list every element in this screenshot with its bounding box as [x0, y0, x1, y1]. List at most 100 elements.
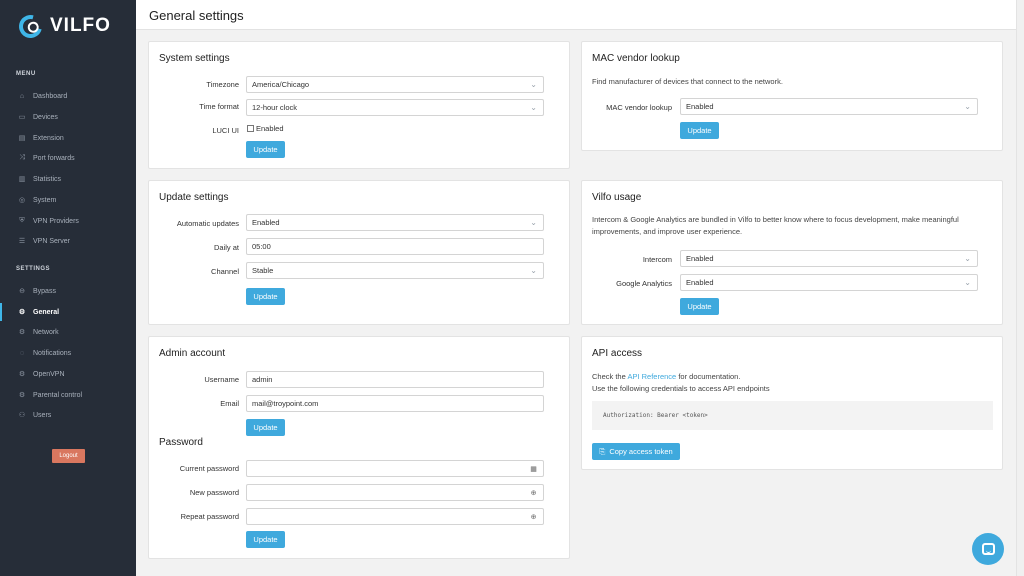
vilfo-logo[interactable]: VILFO [14, 10, 111, 42]
system-update-button[interactable]: Update [246, 141, 285, 158]
mac-lookup-label: MAC vendor lookup [606, 103, 672, 112]
current-password-input[interactable]: ▦ [246, 460, 544, 477]
system-icon: ◎ [18, 197, 26, 204]
time-format-value: 12-hour clock [252, 103, 298, 112]
api-token-code: Authorization: Bearer <token> [592, 401, 993, 430]
dashboard-icon: ⌂ [19, 92, 25, 100]
api-reference-link[interactable]: API Reference [627, 372, 676, 381]
sidebar-item-notifications[interactable]: ◌ Notifications [0, 344, 136, 362]
username-value: admin [252, 375, 273, 384]
username-input[interactable]: admin [246, 371, 544, 388]
sidebar-item-users[interactable]: ⚇ Users [0, 406, 136, 424]
vilfo-usage-description-line2: improvements, and improve user experienc… [592, 227, 743, 236]
sidebar-item-openvpn[interactable]: ⚙ OpenVPN [0, 365, 136, 383]
devices-icon: ▭ [18, 114, 26, 121]
sidebar-item-system[interactable]: ◎ System [0, 191, 136, 209]
sidebar-item-network[interactable]: ⚙ Network [0, 323, 136, 341]
copy-access-token-button[interactable]: ⎘ Copy access token [592, 443, 680, 460]
username-label: Username [204, 375, 239, 384]
checkbox-label: Enabled [256, 124, 284, 133]
sidebar-item-general[interactable]: ⚙ General [0, 303, 136, 321]
sidebar-item-label: Statistics [33, 175, 62, 183]
chevron-down-icon: ⌄ [530, 80, 537, 89]
intercom-select[interactable]: Enabled ⌄ [680, 250, 978, 267]
menu-heading: MENU [16, 71, 36, 77]
daily-at-value: 05:00 [252, 242, 271, 251]
copy-icon: ⎘ [599, 446, 606, 456]
parental-control-icon: ⚙ [18, 392, 26, 399]
sidebar-item-statistics[interactable]: ▥ Statistics [0, 170, 136, 188]
system-settings-card: System settings Timezone America/Chicago… [148, 41, 570, 169]
daily-at-label: Daily at [213, 243, 239, 252]
automatic-updates-select[interactable]: Enabled ⌄ [246, 214, 544, 231]
password-generator-icon[interactable]: ⊕ [529, 488, 538, 497]
sidebar-item-bypass[interactable]: ⊖ Bypass [0, 282, 136, 300]
automatic-updates-value: Enabled [252, 218, 280, 227]
timezone-value: America/Chicago [252, 80, 310, 89]
sidebar-item-vpn-server[interactable]: ☰ VPN Server [0, 232, 136, 250]
repeat-password-input[interactable]: ⊕ [246, 508, 544, 525]
sidebar-item-port-forwards[interactable]: ⤨ Port forwards [0, 149, 136, 167]
network-icon: ⚙ [18, 329, 26, 336]
luci-ui-checkbox[interactable]: Enabled [247, 124, 284, 133]
intercom-label: Intercom [642, 255, 672, 264]
sidebar-item-label: Parental control [33, 391, 83, 399]
channel-label: Channel [211, 267, 239, 276]
daily-at-input[interactable]: 05:00 [246, 238, 544, 255]
time-format-select[interactable]: 12-hour clock ⌄ [246, 99, 544, 116]
vilfo-logo-icon [14, 10, 47, 42]
channel-select[interactable]: Stable ⌄ [246, 262, 544, 279]
email-label: Email [220, 399, 239, 408]
automatic-updates-label: Automatic updates [176, 219, 239, 228]
sidebar-item-dashboard[interactable]: ⌂ Dashboard [0, 87, 136, 105]
bypass-icon: ⊖ [19, 288, 25, 295]
password-manager-icon[interactable]: ▦ [529, 464, 538, 473]
email-value: mail@troypoint.com [252, 399, 319, 408]
logout-button[interactable]: Logout [52, 449, 85, 463]
sidebar-item-devices[interactable]: ▭ Devices [0, 108, 136, 126]
sidebar-item-label: General [33, 308, 60, 316]
channel-value: Stable [252, 266, 274, 275]
sidebar-item-label: Users [33, 411, 52, 419]
mac-lookup-select[interactable]: Enabled ⌄ [680, 98, 978, 115]
users-icon: ⚇ [18, 412, 26, 419]
vilfo-usage-description-line1: Intercom & Google Analytics are bundled … [592, 215, 959, 224]
sidebar-item-vpn-providers[interactable]: ⛨ VPN Providers [0, 212, 136, 230]
update-settings-update-button[interactable]: Update [246, 288, 285, 305]
extension-icon: ▤ [18, 135, 26, 142]
chat-icon [981, 543, 995, 555]
settings-heading: SETTINGS [16, 266, 51, 272]
mac-lookup-description: Find manufacturer of devices that connec… [592, 77, 783, 86]
api-text-prefix: Check the [592, 372, 628, 381]
port-forward-icon: ⤨ [19, 154, 25, 161]
timezone-select[interactable]: America/Chicago ⌄ [246, 76, 544, 93]
intercom-chat-button[interactable] [972, 533, 1004, 565]
checkbox-box[interactable] [247, 125, 254, 132]
sidebar-item-label: Bypass [33, 287, 56, 295]
general-icon: ⚙ [18, 309, 26, 316]
password-update-button[interactable]: Update [246, 531, 285, 548]
brand-name: VILFO [50, 15, 111, 36]
admin-update-button[interactable]: Update [246, 419, 285, 436]
sidebar-item-label: Dashboard [33, 92, 68, 100]
page-title: General settings [149, 8, 244, 23]
sidebar-item-extension[interactable]: ▤ Extension [0, 129, 136, 147]
mac-lookup-update-button[interactable]: Update [680, 122, 719, 139]
new-password-label: New password [189, 488, 239, 497]
luci-ui-label: LUCI UI [212, 126, 239, 135]
vilfo-usage-update-button[interactable]: Update [680, 298, 719, 315]
card-title: System settings [159, 53, 230, 64]
sidebar-item-label: System [33, 196, 57, 204]
email-input[interactable]: mail@troypoint.com [246, 395, 544, 412]
api-access-card: API access Check the API Reference for d… [581, 336, 1003, 470]
new-password-input[interactable]: ⊕ [246, 484, 544, 501]
chevron-down-icon: ⌄ [530, 266, 537, 275]
password-generator-icon[interactable]: ⊕ [529, 512, 538, 521]
sidebar-item-parental-control[interactable]: ⚙ Parental control [0, 386, 136, 404]
api-credentials-text: Use the following credentials to access … [592, 384, 770, 393]
copy-access-token-label: Copy access token [609, 447, 673, 456]
page-scrollbar[interactable] [1016, 0, 1024, 576]
card-title: Update settings [159, 192, 229, 203]
google-analytics-select[interactable]: Enabled ⌄ [680, 274, 978, 291]
page-header: General settings [136, 0, 1016, 30]
